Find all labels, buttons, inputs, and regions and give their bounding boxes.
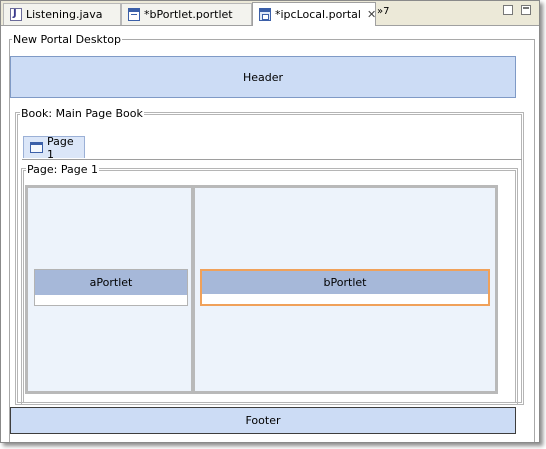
footer-region[interactable]: Footer (10, 407, 516, 434)
portlet-b[interactable]: bPortlet (200, 269, 490, 306)
tab-listening-java[interactable]: Listening.java (3, 3, 121, 25)
desktop-legend: New Portal Desktop (13, 33, 121, 46)
maximize-icon[interactable] (521, 5, 531, 15)
page-legend: Page: Page 1 (27, 163, 98, 176)
book-tab-strip: Page 1 (22, 134, 522, 161)
close-icon[interactable]: ✕ (367, 8, 376, 21)
portlet-a[interactable]: aPortlet (34, 269, 188, 306)
book-group[interactable]: Book: Main Page Book Page 1 Page: Page 1… (15, 107, 524, 405)
portlet-title: aPortlet (35, 270, 187, 295)
tab-overflow-button[interactable]: »7 (377, 6, 389, 17)
editor-tab-bar: Listening.java *bPortlet.portlet *ipcLoc… (1, 1, 539, 26)
tab-bportlet-portlet[interactable]: *bPortlet.portlet (121, 3, 252, 25)
portal-editor-canvas: New Portal Desktop Header Book: Main Pag… (1, 26, 539, 442)
portal-file-icon (259, 8, 271, 21)
book-legend: Book: Main Page Book (21, 107, 143, 120)
header-region[interactable]: Header (10, 56, 516, 98)
tab-label: *bPortlet.portlet (144, 8, 233, 21)
tab-label: Listening.java (26, 8, 103, 21)
header-label: Header (242, 70, 284, 84)
portlet-file-icon (128, 8, 140, 21)
tab-page-1[interactable]: Page 1 (23, 134, 85, 161)
tab-label: *ipcLocal.portal (275, 8, 361, 21)
placeholder-column-left[interactable]: aPortlet (25, 185, 194, 394)
page-icon (30, 142, 43, 153)
footer-label: Footer (245, 414, 281, 427)
placeholder-column-right[interactable]: bPortlet (192, 185, 498, 394)
tab-ipclocal-portal[interactable]: *ipcLocal.portal ✕ (252, 2, 376, 26)
portlet-title: bPortlet (202, 271, 488, 294)
editor-window: Listening.java *bPortlet.portlet *ipcLoc… (0, 0, 540, 443)
java-file-icon (10, 8, 22, 21)
minimize-icon[interactable] (503, 5, 513, 15)
page-group[interactable]: Page: Page 1 aPortlet bPortlet (21, 163, 518, 405)
page-tab-label: Page 1 (46, 134, 74, 161)
